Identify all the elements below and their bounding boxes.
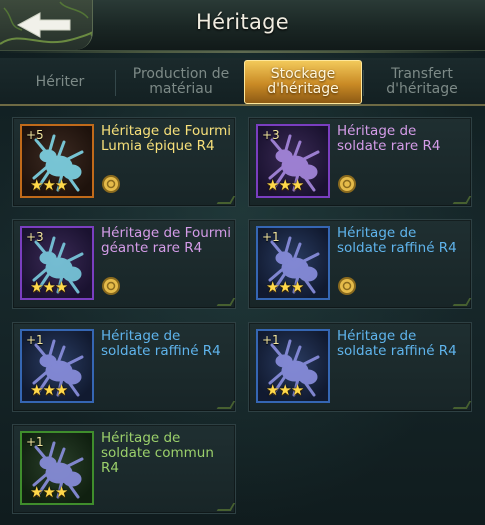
item-thumbnail: +1 ★★★ [20,329,94,403]
item-name: Héritage de soldate raffiné R4 [337,225,457,256]
star-rating: ★★★ [30,176,68,194]
item-name: Héritage de soldate raffiné R4 [337,328,457,359]
heritage-card[interactable]: +3 ★★★ Héritage de soldate rare R4 [248,117,472,207]
heritage-card[interactable]: +1 ★★★ Héritage de soldate commun R4 [12,424,236,514]
item-thumbnail: +1 ★★★ [256,226,330,300]
star-rating: ★★★ [30,381,68,399]
tab-divider [363,70,364,96]
gold-coin-icon[interactable] [337,174,357,194]
level-badge: +3 [26,230,44,244]
level-badge: +3 [262,128,280,142]
gold-coin-icon[interactable] [337,276,357,296]
tab-bar: Hériter Production de matériau Stockage … [0,58,485,106]
level-badge: +1 [262,333,280,347]
header-bar: Héritage [0,0,485,53]
level-badge: +1 [26,435,44,449]
tab-stockage-heritage[interactable]: Stockage d'héritage [244,60,362,104]
heritage-card[interactable]: +1 ★★★ Héritage de soldate raffiné R4 [248,322,472,412]
tab-heriter[interactable]: Hériter [10,62,110,102]
item-name: Héritage de soldate raffiné R4 [101,328,221,359]
item-name: Héritage de soldate rare R4 [337,123,441,154]
star-rating: ★★★ [30,483,68,501]
level-badge: +1 [26,333,44,347]
tab-production-materiau[interactable]: Production de matériau [120,62,242,102]
heritage-card[interactable]: +1 ★★★ Héritage de soldate raffiné R4 [248,219,472,309]
tab-divider [115,70,116,96]
item-thumbnail: +5 ★★★ [20,124,94,198]
gold-coin-icon[interactable] [101,174,121,194]
star-rating: ★★★ [266,278,304,296]
level-badge: +5 [26,128,44,142]
star-rating: ★★★ [30,278,68,296]
page-title: Héritage [196,10,289,34]
gold-coin-icon[interactable] [101,276,121,296]
star-rating: ★★★ [266,381,304,399]
item-thumbnail: +1 ★★★ [20,431,94,505]
level-badge: +1 [262,230,280,244]
item-name: Héritage de Fourmi Lumia épique R4 [101,123,231,154]
heritage-card[interactable]: +3 ★★★ Héritage de Fourmi géante rare R4 [12,219,236,309]
heritage-card[interactable]: +1 ★★★ Héritage de soldate raffiné R4 [12,322,236,412]
item-thumbnail: +3 ★★★ [256,124,330,198]
item-thumbnail: +1 ★★★ [256,329,330,403]
heritage-card[interactable]: +5 ★★★ Héritage de Fourmi Lumia épique R… [12,117,236,207]
item-thumbnail: +3 ★★★ [20,226,94,300]
star-rating: ★★★ [266,176,304,194]
item-name: Héritage de Fourmi géante rare R4 [101,225,231,256]
item-name: Héritage de soldate commun R4 [101,430,214,476]
tab-transfert-heritage[interactable]: Transfert d'héritage [366,62,478,102]
